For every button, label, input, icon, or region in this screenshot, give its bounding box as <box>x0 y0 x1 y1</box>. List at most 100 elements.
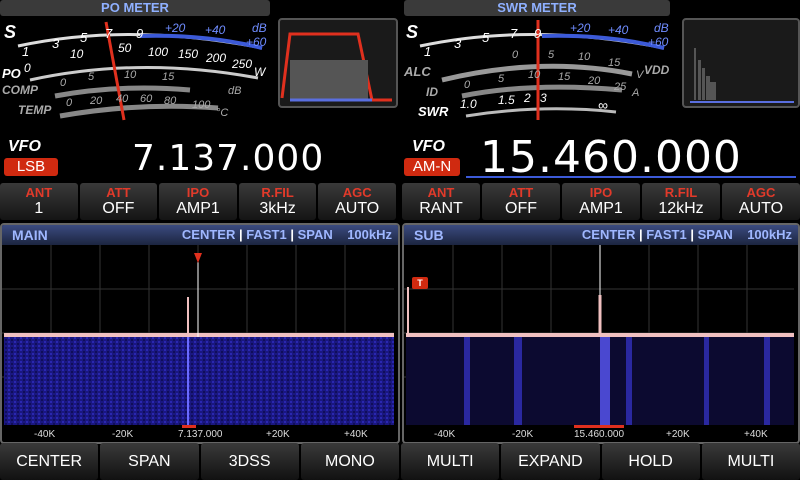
vfo-b-underline <box>466 176 796 178</box>
id-scale-0: 0 <box>464 79 471 91</box>
s-scale-1: 1 <box>22 44 29 59</box>
param-ipo-sub[interactable]: IPO AMP1 <box>562 183 640 220</box>
param-ipo-main[interactable]: IPO AMP1 <box>159 183 237 220</box>
s-db-20: +20 <box>165 21 186 35</box>
alc-label: ALC <box>403 64 431 79</box>
swr-s-db-60: +60 <box>648 35 669 49</box>
param-att-title: ATT <box>106 185 131 200</box>
swr-s-label: S <box>406 22 418 42</box>
temp-scale-80: 80 <box>164 95 177 107</box>
temp-scale-20: 20 <box>89 95 103 107</box>
swr-scale-3: 3 <box>540 91 547 105</box>
swr-meter: S 1 3 5 7 9 +20 +40 dB +60 ALC 0 5 10 15… <box>402 16 676 122</box>
param-ant-value: RANT <box>419 200 463 217</box>
param-rfil-value: 3kHz <box>259 200 296 217</box>
axis-tick: +20K <box>666 429 690 440</box>
vdd-scale-0: 0 <box>512 49 519 61</box>
comp-scale-15: 15 <box>162 71 175 83</box>
swr-scale-1-5: 1.5 <box>498 93 515 107</box>
main-scope-axis: -40K -20K 7.137.000 +20K +40K <box>2 429 398 442</box>
param-ant-title: ANT <box>25 185 53 200</box>
vfo-a-label: VFO <box>8 138 41 155</box>
vdd-label: VDD <box>644 63 670 77</box>
po-scale-250: 250 <box>231 57 252 71</box>
param-agc-sub[interactable]: AGC AUTO <box>722 183 800 220</box>
swr-scale-inf: ∞ <box>598 97 608 113</box>
s-scale-7: 7 <box>105 26 113 41</box>
temp-label: TEMP <box>18 103 52 117</box>
3dss-button[interactable]: 3DSS <box>200 443 299 480</box>
expand-button[interactable]: EXPAND <box>501 443 600 480</box>
swr-scale-1-0: 1.0 <box>460 97 477 111</box>
swr-s-scale-3: 3 <box>454 36 462 51</box>
id-scale-5: 5 <box>498 73 505 85</box>
s-scale-5: 5 <box>80 30 88 45</box>
swr-meter-title: SWR METER <box>404 0 670 16</box>
param-att-main[interactable]: ATT OFF <box>79 183 158 220</box>
sub-scope[interactable]: SUB CENTER | FAST1 | SPAN 100kHz T -40K <box>402 223 800 444</box>
function-button-bar: CENTER SPAN 3DSS MONO MULTI EXPAND HOLD … <box>0 443 800 480</box>
swr-scale-2: 2 <box>523 91 531 105</box>
id-scale-25: 25 <box>613 81 627 93</box>
s-db-40: +40 <box>205 23 226 37</box>
mode-amn-badge[interactable]: AM-N <box>404 158 460 176</box>
mono-button[interactable]: MONO <box>300 443 399 480</box>
sub-spectrum <box>404 245 794 428</box>
rx-mini-panel <box>682 18 800 108</box>
vdd-scale-15: 15 <box>608 57 621 69</box>
po-scale-200: 200 <box>205 51 226 65</box>
param-att-title: ATT <box>508 185 534 200</box>
po-scale-100: 100 <box>148 45 168 59</box>
comp-scale-10: 10 <box>124 69 137 81</box>
po-scale-50: 50 <box>118 41 132 55</box>
id-scale-15: 15 <box>558 71 571 83</box>
po-scale-150: 150 <box>178 47 198 61</box>
multi-button[interactable]: MULTI <box>401 443 500 480</box>
vfo-b-label: VFO <box>412 138 445 155</box>
param-agc-value: AUTO <box>335 200 380 217</box>
param-agc-title: AGC <box>342 185 372 200</box>
comp-scale-5: 5 <box>88 71 95 83</box>
sub-tx-marker: T <box>412 277 428 289</box>
temp-scale-60: 60 <box>140 93 153 105</box>
swr-s-scale-1: 1 <box>424 44 431 59</box>
main-spectrum <box>2 245 394 428</box>
po-scale-10: 10 <box>70 47 84 61</box>
comp-label: COMP <box>2 83 39 97</box>
tx-monitor-graph <box>280 32 392 102</box>
po-scale-0: 0 <box>24 61 31 75</box>
vfo-a-frequency[interactable]: 7.137.000 <box>132 138 324 179</box>
id-scale-10: 10 <box>528 69 541 81</box>
rx-mini-graph <box>690 48 794 103</box>
param-att-value: OFF <box>102 200 135 217</box>
swr-s-db-unit: dB <box>654 21 669 35</box>
param-agc-value: AUTO <box>738 200 784 217</box>
po-meter-scale: S 1 3 5 7 9 +20 +40 dB +60 PO 0 10 50 10… <box>2 21 267 121</box>
param-ant-sub[interactable]: ANT RANT <box>402 183 480 220</box>
id-label: ID <box>426 85 438 99</box>
temp-scale-40: 40 <box>116 93 129 105</box>
param-ant-main[interactable]: ANT 1 <box>0 183 78 220</box>
param-att-sub[interactable]: ATT OFF <box>482 183 560 220</box>
swr-s-scale-9: 9 <box>534 26 541 41</box>
hold-button[interactable]: HOLD <box>601 443 700 480</box>
temp-scale-100: 100 <box>192 99 211 111</box>
swr-s-scale-7: 7 <box>510 26 518 41</box>
main-scope[interactable]: MAIN CENTER | FAST1 | SPAN 100kHz -40K -… <box>0 223 400 444</box>
mode-lsb-badge[interactable]: LSB <box>4 158 58 176</box>
param-rfil-main[interactable]: R.FIL 3kHz <box>238 183 317 220</box>
param-ipo-title: IPO <box>186 185 210 200</box>
center-button[interactable]: CENTER <box>0 443 99 480</box>
axis-tick-center: 7.137.000 <box>178 429 223 440</box>
s-label: S <box>4 22 16 42</box>
axis-tick: +40K <box>344 429 368 440</box>
param-ipo-title: IPO <box>589 185 613 200</box>
s-db-60: +60 <box>246 35 267 49</box>
swr-meter-scale: S 1 3 5 7 9 +20 +40 dB +60 ALC 0 5 10 15… <box>403 20 670 120</box>
span-button[interactable]: SPAN <box>100 443 199 480</box>
vdd-scale-5: 5 <box>548 49 555 61</box>
multi-knob-button[interactable]: MULTI <box>701 443 800 480</box>
param-rfil-sub[interactable]: R.FIL 12kHz <box>642 183 720 220</box>
param-agc-main[interactable]: AGC AUTO <box>318 183 396 220</box>
swr-label: SWR <box>418 104 449 119</box>
